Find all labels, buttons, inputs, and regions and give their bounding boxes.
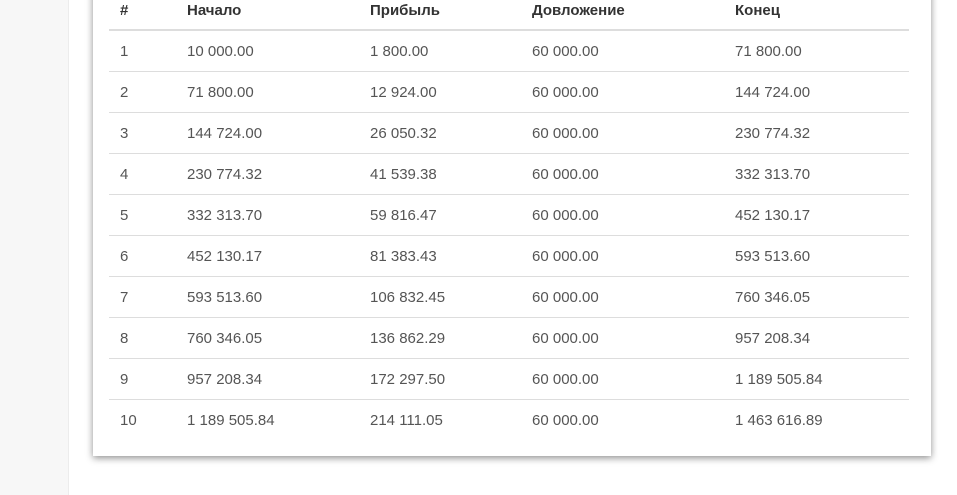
header-profit: Прибыль — [370, 2, 440, 19]
cell-deposit: 60 000.00 — [532, 289, 599, 306]
cell-profit: 81 383.43 — [370, 248, 437, 265]
cell-profit: 12 924.00 — [370, 84, 437, 101]
cell-end: 1 463 616.89 — [735, 412, 823, 429]
results-table: # Начало Прибыль Довложение Конец 1 10 0… — [109, 0, 909, 441]
cell-end: 957 208.34 — [735, 330, 811, 347]
table-row: 9 957 208.34 172 297.50 60 000.00 1 189 … — [109, 359, 909, 400]
cell-number: 2 — [120, 84, 129, 101]
cell-deposit: 60 000.00 — [532, 207, 599, 224]
cell-number: 7 — [120, 289, 129, 306]
cell-profit: 59 816.47 — [370, 207, 437, 224]
cell-end: 760 346.05 — [735, 289, 811, 306]
cell-number: 3 — [120, 125, 129, 142]
header-deposit: Довложение — [532, 2, 625, 19]
cell-deposit: 60 000.00 — [532, 330, 599, 347]
table-row: 6 452 130.17 81 383.43 60 000.00 593 513… — [109, 236, 909, 277]
table-header-row: # Начало Прибыль Довложение Конец — [109, 0, 909, 31]
table-row: 1 10 000.00 1 800.00 60 000.00 71 800.00 — [109, 31, 909, 72]
cell-deposit: 60 000.00 — [532, 84, 599, 101]
table-row: 8 760 346.05 136 862.29 60 000.00 957 20… — [109, 318, 909, 359]
table-row: 4 230 774.32 41 539.38 60 000.00 332 313… — [109, 154, 909, 195]
cell-start: 10 000.00 — [187, 43, 254, 60]
cell-deposit: 60 000.00 — [532, 43, 599, 60]
results-card: # Начало Прибыль Довложение Конец 1 10 0… — [93, 0, 931, 456]
cell-start: 71 800.00 — [187, 84, 254, 101]
table-row: 7 593 513.60 106 832.45 60 000.00 760 34… — [109, 277, 909, 318]
header-end: Конец — [735, 2, 780, 19]
cell-number: 6 — [120, 248, 129, 265]
cell-number: 5 — [120, 207, 129, 224]
cell-deposit: 60 000.00 — [532, 125, 599, 142]
cell-end: 71 800.00 — [735, 43, 802, 60]
cell-end: 230 774.32 — [735, 125, 811, 142]
cell-profit: 1 800.00 — [370, 43, 429, 60]
cell-end: 593 513.60 — [735, 248, 811, 265]
cell-profit: 136 862.29 — [370, 330, 446, 347]
cell-number: 4 — [120, 166, 129, 183]
cell-start: 1 189 505.84 — [187, 412, 275, 429]
table-row: 5 332 313.70 59 816.47 60 000.00 452 130… — [109, 195, 909, 236]
cell-deposit: 60 000.00 — [532, 166, 599, 183]
cell-start: 452 130.17 — [187, 248, 263, 265]
cell-end: 452 130.17 — [735, 207, 811, 224]
cell-profit: 26 050.32 — [370, 125, 437, 142]
cell-start: 230 774.32 — [187, 166, 263, 183]
cell-profit: 106 832.45 — [370, 289, 446, 306]
cell-end: 144 724.00 — [735, 84, 811, 101]
cell-end: 332 313.70 — [735, 166, 811, 183]
cell-start: 332 313.70 — [187, 207, 263, 224]
cell-number: 1 — [120, 43, 129, 60]
page-left-gutter — [0, 0, 68, 495]
cell-start: 593 513.60 — [187, 289, 263, 306]
cell-deposit: 60 000.00 — [532, 248, 599, 265]
cell-deposit: 60 000.00 — [532, 371, 599, 388]
header-start: Начало — [187, 2, 242, 19]
gutter-divider — [68, 0, 69, 495]
cell-number: 10 — [120, 412, 137, 429]
header-number: # — [120, 2, 129, 19]
table-row: 3 144 724.00 26 050.32 60 000.00 230 774… — [109, 113, 909, 154]
cell-number: 9 — [120, 371, 129, 388]
cell-number: 8 — [120, 330, 129, 347]
table-row: 2 71 800.00 12 924.00 60 000.00 144 724.… — [109, 72, 909, 113]
table-row: 10 1 189 505.84 214 111.05 60 000.00 1 4… — [109, 400, 909, 441]
cell-start: 760 346.05 — [187, 330, 263, 347]
cell-profit: 41 539.38 — [370, 166, 437, 183]
cell-profit: 214 111.05 — [370, 412, 443, 429]
cell-deposit: 60 000.00 — [532, 412, 599, 429]
cell-profit: 172 297.50 — [370, 371, 446, 388]
cell-end: 1 189 505.84 — [735, 371, 823, 388]
cell-start: 957 208.34 — [187, 371, 263, 388]
cell-start: 144 724.00 — [187, 125, 263, 142]
